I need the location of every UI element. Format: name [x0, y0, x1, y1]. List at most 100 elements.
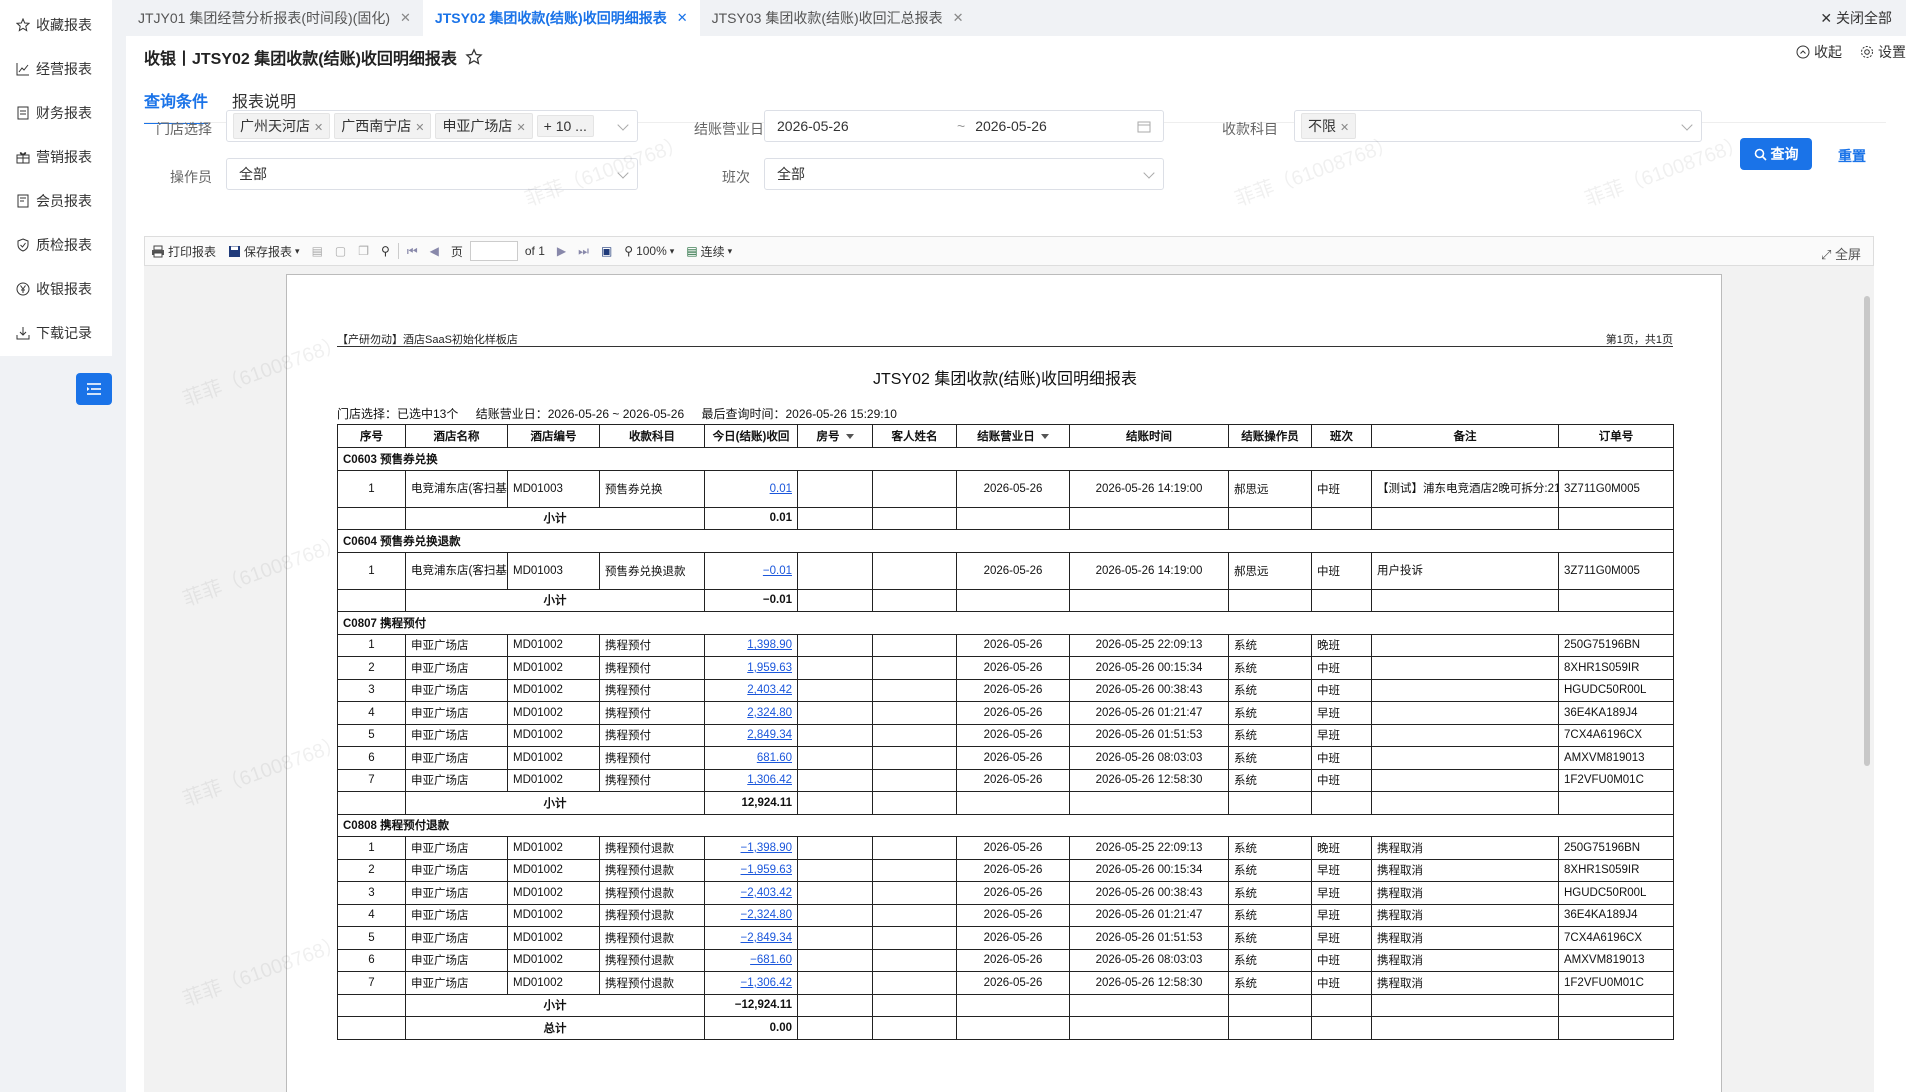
fullscreen-button[interactable]: ⤢ 全屏 — [1821, 244, 1861, 263]
table-cell: 2026-05-26 — [956, 701, 1070, 725]
table-cell: 2026-05-26 08:03:03 — [1069, 746, 1229, 770]
prev-page-icon[interactable]: ◀ — [430, 244, 439, 258]
amount-link[interactable]: 1,306.42 — [704, 768, 798, 792]
settings-button[interactable]: 设置 — [1860, 42, 1906, 62]
shift-select[interactable]: 全部 — [764, 158, 1164, 190]
close-all-button[interactable]: ✕ 关闭全部 — [1820, 8, 1892, 28]
amount-link[interactable]: 0.01 — [704, 469, 798, 508]
sidebar-item[interactable]: 收藏报表 — [0, 3, 112, 47]
date-range-picker[interactable]: 2026-05-26 ~ 2026-05-26 — [764, 110, 1164, 142]
page-number-input[interactable] — [469, 241, 518, 261]
date-end-input[interactable]: 2026-05-26 — [975, 118, 1047, 134]
last-page-icon[interactable]: ⏭ — [578, 244, 589, 259]
find-icon[interactable]: ⚲ — [381, 244, 390, 258]
table-cell: 申亚广场店 — [405, 656, 508, 680]
sidebar-item[interactable]: 经营报表 — [0, 47, 112, 91]
close-icon[interactable]: ✕ — [953, 10, 964, 26]
table-cell: 4 — [337, 903, 406, 927]
amount-link[interactable]: −1,398.90 — [704, 836, 798, 860]
fit-page-icon[interactable]: ▣ — [601, 244, 612, 258]
filter-icon[interactable] — [1040, 434, 1049, 440]
tab-label: JTJY01 集团经营分析报表(时间段)(固化) — [138, 10, 390, 26]
table-cell: 5 — [337, 723, 406, 747]
subject-select[interactable]: 不限 ✕ — [1294, 110, 1702, 142]
table-cell — [1228, 588, 1312, 612]
store-select[interactable]: 广州天河店 ✕ 广西南宁店 ✕ 申亚广场店 ✕ + 10 ... — [226, 110, 638, 142]
amount-link[interactable]: 2,324.80 — [704, 701, 798, 725]
first-page-icon[interactable]: ⏮ — [407, 244, 418, 259]
close-icon[interactable]: ✕ — [677, 10, 688, 26]
report-viewer[interactable]: 【产研勿动】酒店SaaS初始化样板店 第1页，共1页 JTSY02 集团收款(结… — [144, 266, 1874, 1092]
tab[interactable]: JTSY02 集团收款(结账)收回明细报表 ✕ — [422, 0, 700, 36]
amount-link[interactable]: −0.01 — [704, 551, 798, 590]
amount-link[interactable]: −2,324.80 — [704, 903, 798, 927]
column-header-label: 结账操作员 — [1241, 431, 1299, 443]
amount-link[interactable]: 2,849.34 — [704, 723, 798, 747]
chip-close-icon[interactable]: ✕ — [415, 122, 424, 134]
dropdown-arrow-icon: ▾ — [727, 245, 733, 256]
close-icon[interactable]: ✕ — [400, 10, 411, 26]
sidebar-item[interactable]: 质检报表 — [0, 223, 112, 267]
pages-icon[interactable]: ❐ — [358, 244, 369, 258]
amount-link[interactable]: −681.60 — [704, 948, 798, 972]
sidebar-item[interactable]: 下载记录 — [0, 311, 112, 355]
save-button[interactable]: 保存报表 ▾ — [228, 243, 300, 260]
store-chip[interactable]: 广州天河店 ✕ — [233, 113, 331, 139]
table-cell: 电竞浦东店(客扫基础) — [405, 551, 508, 590]
menu-toggle-button[interactable] — [76, 373, 112, 405]
title-row: 收银丨JTSY02 集团收款(结账)收回明细报表 — [144, 42, 1886, 72]
amount-link[interactable]: 1,959.63 — [704, 656, 798, 680]
chip-close-icon[interactable]: ✕ — [1340, 122, 1349, 134]
next-page-icon[interactable]: ▶ — [557, 244, 566, 258]
tab[interactable]: JTSY03 集团收款(结账)收回汇总报表 ✕ — [700, 0, 976, 36]
export-icon[interactable]: ▤ — [312, 244, 323, 258]
sidebar-item[interactable]: 收银报表 — [0, 267, 112, 311]
table-cell: 7 — [337, 768, 406, 792]
table-cell: 250G75196BN — [1558, 633, 1674, 657]
view-mode-select[interactable]: ▤ 连续 ▾ — [686, 243, 732, 260]
continuous-icon: ▤ — [686, 244, 698, 258]
table-cell — [1371, 678, 1559, 702]
chip-close-icon[interactable]: ✕ — [314, 122, 323, 134]
amount-link[interactable]: 1,398.90 — [704, 633, 798, 657]
viewer-scrollbar[interactable] — [1864, 296, 1870, 766]
report-page: 【产研勿动】酒店SaaS初始化样板店 第1页，共1页 JTSY02 集团收款(结… — [286, 274, 1722, 1092]
table-cell — [797, 633, 873, 657]
reset-button[interactable]: 重置 — [1838, 146, 1866, 166]
sidebar-item[interactable]: 财务报表 — [0, 91, 112, 135]
table-cell — [797, 678, 873, 702]
copy-icon[interactable]: ▢ — [335, 244, 346, 258]
table-cell: 郝思远 — [1228, 551, 1312, 590]
amount-link[interactable]: 2,403.42 — [704, 678, 798, 702]
amount-link[interactable]: −1,959.63 — [704, 858, 798, 882]
zoom-select[interactable]: ⚲ 100% ▾ — [624, 244, 674, 258]
column-header: 备注 — [1371, 424, 1559, 448]
date-start-input[interactable]: 2026-05-26 — [777, 118, 957, 134]
chip-close-icon[interactable]: ✕ — [516, 122, 525, 134]
amount-link[interactable]: −1,306.42 — [704, 971, 798, 995]
chevron-down-icon — [1143, 167, 1155, 179]
print-button[interactable]: 打印报表 — [151, 243, 216, 260]
collapse-button[interactable]: 收起 — [1796, 42, 1842, 62]
store-chip[interactable]: 广西南宁店 ✕ — [334, 113, 432, 139]
operator-select[interactable]: 全部 — [226, 158, 638, 190]
amount-link[interactable]: −2,849.34 — [704, 926, 798, 950]
query-button[interactable]: 查询 — [1740, 138, 1812, 170]
amount-link[interactable]: −2,403.42 — [704, 881, 798, 905]
favorite-star-icon[interactable] — [465, 48, 483, 66]
tab[interactable]: JTJY01 集团经营分析报表(时间段)(固化) ✕ — [126, 0, 423, 36]
amount-link[interactable]: 681.60 — [704, 746, 798, 770]
subject-chip[interactable]: 不限 ✕ — [1301, 113, 1357, 139]
report-header-row: 序号 酒店名称 酒店编号 收款科目 今日(结账)收回 房号 客人姓名 结账营业日 结账时间 结账操… — [337, 424, 1674, 448]
table-cell: 携程取消 — [1371, 881, 1559, 905]
sidebar-item[interactable]: 会员报表 — [0, 179, 112, 223]
table-cell: 系统 — [1228, 656, 1312, 680]
sidebar-item[interactable]: 营销报表 — [0, 135, 112, 179]
table-row: 1电竞浦东店(客扫基础)MD01003预售券兑换退款−0.01 2026-05-2… — [337, 551, 1674, 590]
table-cell — [1371, 723, 1559, 747]
table-cell: 3 — [337, 678, 406, 702]
store-chip[interactable]: 申亚广场店 ✕ — [435, 113, 533, 139]
filter-icon[interactable] — [845, 434, 854, 440]
table-cell: 携程预付退款 — [599, 881, 705, 905]
store-more-chip[interactable]: + 10 ... — [536, 115, 594, 137]
